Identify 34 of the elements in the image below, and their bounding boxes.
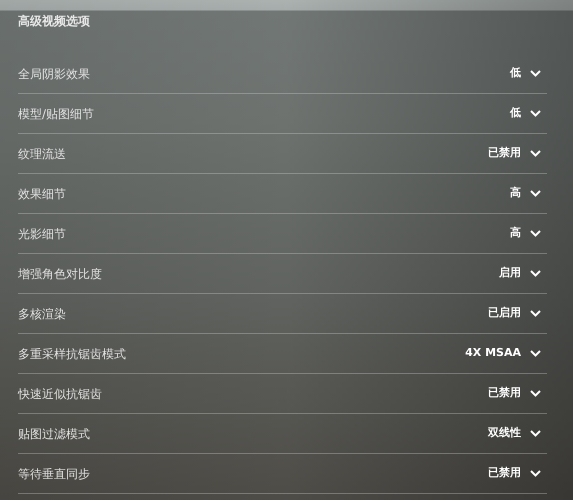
dropdown-button[interactable]: 低 <box>506 65 547 82</box>
dropdown-button[interactable]: 启用 <box>495 265 547 282</box>
chevron-down-icon <box>530 150 541 157</box>
dropdown-button[interactable]: 4X MSAA <box>461 345 547 362</box>
setting-label: 效果细节 <box>18 186 66 202</box>
chevron-down-icon <box>530 430 541 437</box>
chevron-down-icon <box>530 110 541 117</box>
dropdown-button[interactable]: 已启用 <box>484 305 547 322</box>
dropdown-button[interactable]: 已禁用 <box>484 385 547 402</box>
setting-label: 等待垂直同步 <box>18 466 90 482</box>
chevron-down-icon <box>530 270 541 277</box>
chevron-down-icon <box>530 350 541 357</box>
chevron-down-icon <box>530 230 541 237</box>
section-title: 高级视频选项 <box>18 13 91 30</box>
chevron-down-icon <box>530 470 541 477</box>
dropdown-button[interactable]: 高 <box>506 185 547 202</box>
setting-label: 模型/贴图细节 <box>18 106 94 122</box>
setting-label: 多重采样抗锯齿模式 <box>18 346 126 362</box>
dropdown-button[interactable]: 双线性 <box>484 425 547 442</box>
chevron-down-icon <box>530 190 541 197</box>
setting-label: 贴图过滤模式 <box>18 426 90 442</box>
chevron-down-icon <box>530 310 541 317</box>
dropdown-button[interactable]: 低 <box>506 105 547 122</box>
dropdown-button[interactable]: 高 <box>506 225 547 242</box>
dropdown-button[interactable]: 已禁用 <box>484 465 547 482</box>
setting-label: 多核渲染 <box>18 306 66 322</box>
chevron-down-icon <box>530 390 541 397</box>
setting-label: 全局阴影效果 <box>18 66 90 82</box>
setting-label: 光影细节 <box>18 226 66 242</box>
chevron-down-icon <box>530 70 541 77</box>
setting-label: 纹理流送 <box>18 146 66 162</box>
setting-label: 增强角色对比度 <box>18 266 102 282</box>
setting-label: 快速近似抗锯齿 <box>18 386 102 402</box>
dropdown-button[interactable]: 已禁用 <box>484 145 547 162</box>
